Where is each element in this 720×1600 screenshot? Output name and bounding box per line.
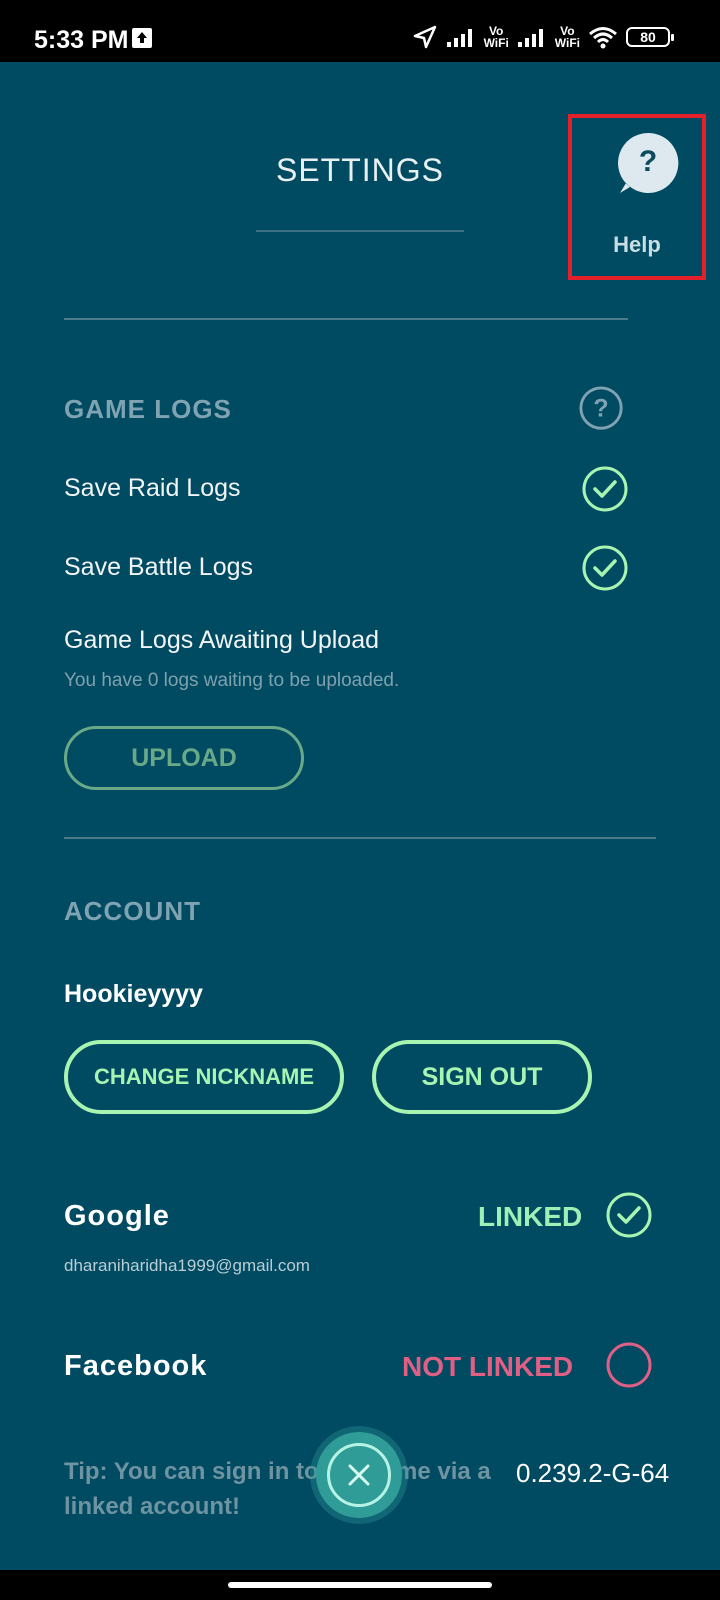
wifi-icon bbox=[589, 27, 617, 49]
close-button[interactable] bbox=[316, 1432, 402, 1518]
upload-notification-icon bbox=[132, 28, 152, 48]
save-raid-logs-label: Save Raid Logs bbox=[64, 474, 241, 502]
facebook-not-linked-circle-icon[interactable] bbox=[604, 1340, 654, 1390]
game-logs-divider bbox=[64, 837, 656, 839]
vowifi-indicator: Vo WiFi bbox=[483, 24, 509, 50]
save-battle-logs-check-icon[interactable] bbox=[580, 543, 630, 593]
facebook-status[interactable]: NOT LINKED bbox=[402, 1351, 573, 1383]
game-logs-info-icon[interactable]: ? bbox=[578, 385, 626, 433]
upload-button[interactable]: UPLOAD bbox=[64, 726, 304, 790]
tip-text: Tip: You can sign in to the game via a l… bbox=[64, 1458, 491, 1520]
nickname-text: Hookieyyyy bbox=[64, 980, 203, 1008]
awaiting-upload-title: Game Logs Awaiting Upload bbox=[64, 626, 380, 654]
svg-text:?: ? bbox=[593, 395, 608, 423]
header-divider bbox=[64, 318, 628, 320]
status-bar: 5:33 PM Vo WiFi Vo WiFi 80 bbox=[0, 0, 720, 62]
close-button-ring bbox=[327, 1443, 391, 1507]
help-label: Help bbox=[613, 232, 661, 257]
google-label: Google bbox=[64, 1200, 170, 1232]
svg-text:?: ? bbox=[639, 145, 657, 178]
vowifi-indicator-2: Vo WiFi bbox=[554, 24, 580, 50]
account-title: ACCOUNT bbox=[64, 896, 201, 926]
battery-icon: 80 bbox=[626, 27, 674, 47]
facebook-label[interactable]: Facebook bbox=[64, 1350, 207, 1383]
sign-out-button[interactable]: SIGN OUT bbox=[372, 1040, 592, 1114]
navigation-bar bbox=[0, 1570, 720, 1600]
title-underline bbox=[256, 230, 464, 232]
close-icon bbox=[348, 1464, 370, 1486]
google-linked-check-icon bbox=[606, 1192, 652, 1238]
game-logs-title: GAME LOGS bbox=[64, 394, 232, 424]
help-button[interactable]: ? Help bbox=[568, 114, 706, 280]
version-text: 0.239.2-G-64 bbox=[516, 1458, 670, 1488]
change-nickname-button[interactable]: CHANGE NICKNAME bbox=[64, 1040, 344, 1114]
signal-icon-2 bbox=[517, 29, 543, 47]
google-email: dharaniharidha1999@gmail.com bbox=[64, 1256, 310, 1275]
google-status: LINKED bbox=[478, 1201, 583, 1232]
location-icon bbox=[413, 25, 436, 49]
status-time: 5:33 PM bbox=[34, 26, 129, 54]
awaiting-upload-subtitle: You have 0 logs waiting to be uploaded. bbox=[64, 670, 400, 691]
home-gesture-handle[interactable] bbox=[228, 1582, 492, 1588]
status-icons: Vo WiFi Vo WiFi 80 bbox=[412, 22, 674, 52]
save-battle-logs-label: Save Battle Logs bbox=[64, 553, 254, 581]
signal-icon bbox=[446, 29, 472, 47]
save-raid-logs-check-icon[interactable] bbox=[580, 464, 630, 514]
help-bubble-icon: ? bbox=[618, 133, 679, 193]
